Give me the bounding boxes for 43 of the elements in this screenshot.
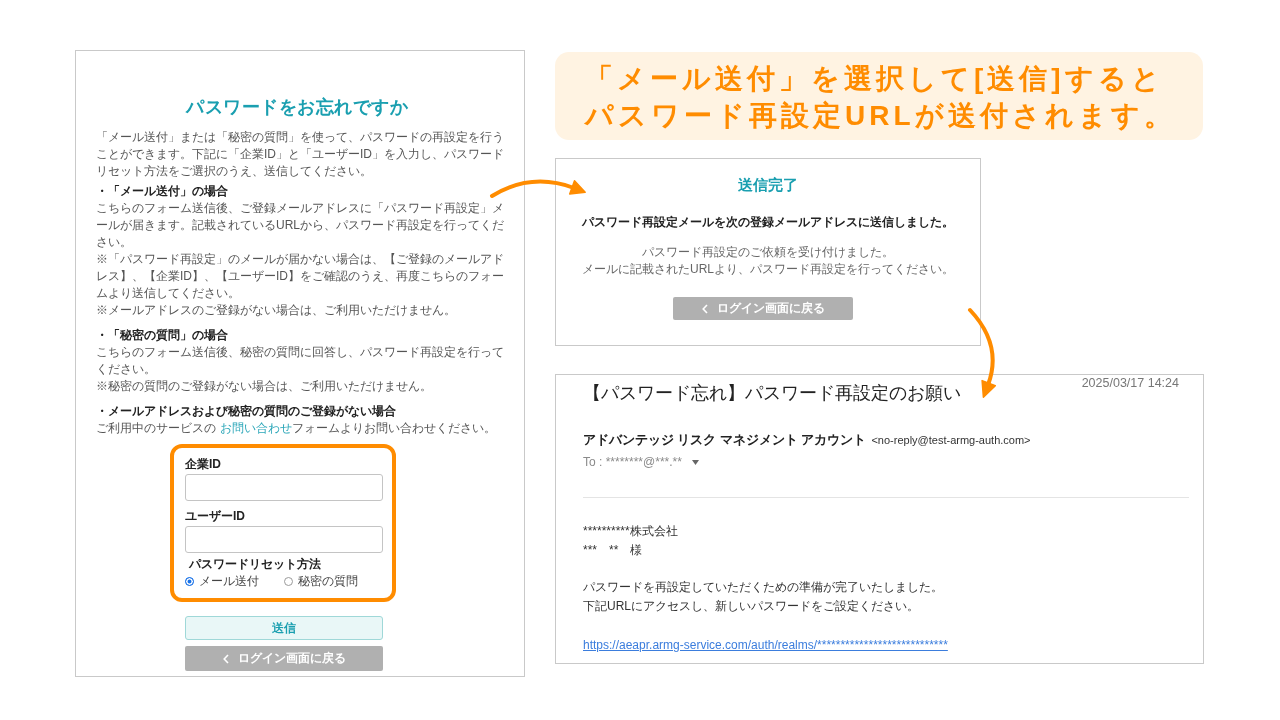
caret-icon[interactable] (691, 459, 699, 465)
email-body-text: パスワードを再設定していただくための準備が完了いたしました。 (583, 579, 944, 597)
input-field[interactable] (185, 526, 383, 553)
recipient-name: **********株式会社 (583, 523, 679, 540)
section-heading: ・メールアドレスおよび秘密の質問のご登録がない場合 (96, 403, 397, 420)
contact-note: ご利用中のサービスの お問い合わせフォームよりお問い合わせください。 (96, 420, 497, 437)
method-label: パスワードリセット方法 (188, 557, 322, 571)
section-text: こちらのフォーム送信後、ご登録メールアドレスに「パスワード再設定」メールが届きます。記載されているURLから、パスワード再設定を行ってください。 (96, 200, 505, 251)
back-button[interactable]: ログイン画面に戻る (673, 297, 853, 320)
recipient-name: *** ** 様 (583, 541, 644, 559)
back-button[interactable]: ログイン画面に戻る (185, 646, 383, 671)
chevron-left-icon (701, 303, 708, 314)
section-heading: ・「秘密の質問」の場合 (96, 327, 229, 344)
section-text: こちらのフォーム送信後、秘密の質問に回答し、パスワード再設定を行ってください。 (96, 344, 505, 378)
radio-button[interactable] (284, 576, 293, 586)
submit-button[interactable]: 送信 (185, 616, 383, 640)
recipient-line: To : ********@***.** (583, 455, 682, 469)
email-body-text: 下記URLにアクセスし、新しいパスワードをご設定ください。 (583, 598, 920, 616)
completion-note: パスワード再設定のご依頼を受け付けました。 (641, 244, 895, 261)
section-text: ※メールアドレスのご登録がない場合は、ご利用いただけません。 (96, 302, 457, 319)
section-text: ※秘密の質問のご登録がない場合は、ご利用いただけません。 (96, 378, 433, 395)
section-text: ※「パスワード再設定」のメールが届かない場合は、【ご登録のメールアドレス】、【企業ID】、【ユーザーID】をご確認のうえ、再度こちらのフォームより送信してください。 (96, 251, 505, 302)
completion-note: メールに記載されたURLより、パスワード再設定を行ってください。 (581, 261, 955, 278)
radio-label: 秘密の質問 (298, 573, 358, 589)
contact-link[interactable]: お問い合わせ (220, 421, 292, 435)
chevron-left-icon (222, 653, 229, 664)
completion-message: パスワード再設定メールを次の登録メールアドレスに送信しました。 (581, 214, 955, 231)
email-date: 2025/03/17 14:24 (1081, 375, 1179, 391)
email-subject: 【パスワード忘れ】パスワード再設定のお願い (583, 382, 961, 405)
field-label: 企業ID (185, 457, 222, 471)
sender-address: <no-reply@test-armg-auth.com> (871, 433, 1031, 448)
callout-text: 「メール送付」を選択して[送信]すると (585, 62, 1165, 96)
page-title: パスワードをお忘れですか (184, 96, 409, 119)
completion-title: 送信完了 (737, 175, 799, 195)
reset-link[interactable]: https://aeapr.armg-service.com/auth/realms/**************************** (583, 635, 948, 655)
callout-text: パスワード再設定URLが送付されます。 (585, 99, 1177, 133)
radio-label: メール送付 (199, 573, 259, 589)
intro-text: 「メール送付」または「秘密の質問」を使って、パスワードの再設定を行うことができます。下記に「企業ID」と「ユーザーID」を入力し、パスワードリセット方法をご選択のうえ、送信してください。 (96, 129, 505, 180)
input-field[interactable] (185, 474, 383, 501)
section-heading: ・「メール送付」の場合 (96, 183, 229, 200)
field-label: ユーザーID (185, 509, 246, 523)
sender-name: アドバンテッジ リスク マネジメント アカウント (583, 432, 867, 448)
radio-button[interactable] (185, 576, 194, 586)
